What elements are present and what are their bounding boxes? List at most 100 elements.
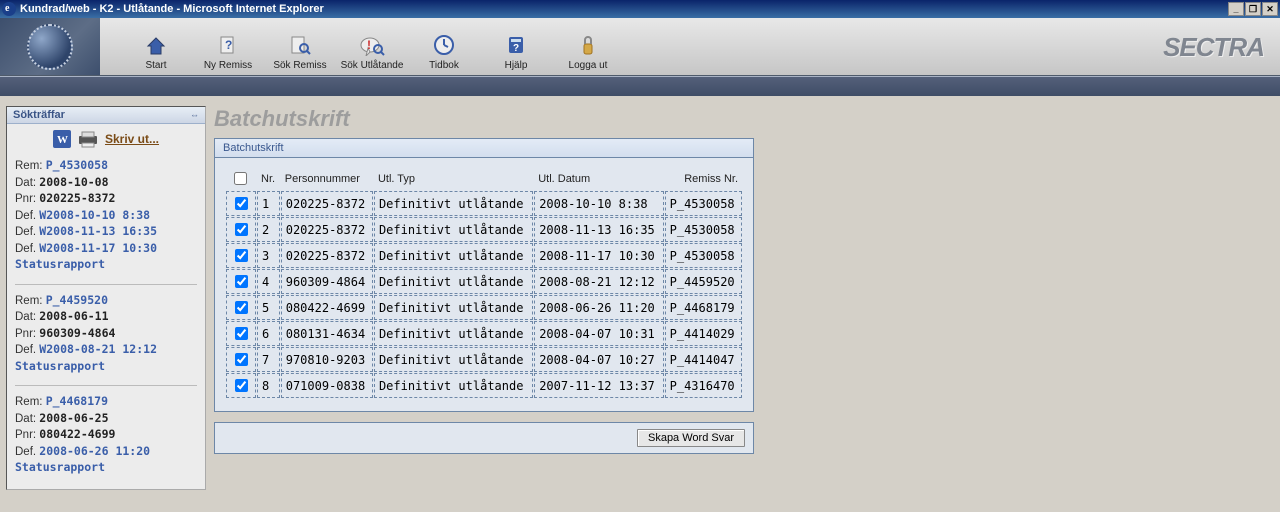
sidebar-toggle-icon[interactable]: ⇔ bbox=[190, 110, 199, 120]
cell-remiss: P_4414047 bbox=[665, 347, 742, 372]
start-button[interactable]: Start bbox=[120, 32, 192, 71]
help-icon: ? bbox=[480, 32, 552, 58]
table-row: 8071009-0838Definitivt utlåtande2007-11-… bbox=[226, 373, 742, 398]
app-toolbar: Start? Ny RemissSök Remiss! Sök UtlåtandeT… bbox=[0, 18, 1280, 76]
cell-datum: 2008-11-17 10:30 bbox=[534, 243, 663, 268]
col-datum: Utl. Datum bbox=[534, 167, 663, 190]
table-row: 1020225-8372Definitivt utlåtande2008-10-… bbox=[226, 191, 742, 216]
def-link[interactable]: W2008-11-17 10:30 bbox=[39, 241, 157, 255]
restore-button[interactable]: ❐ bbox=[1245, 2, 1261, 16]
cell-nr: 6 bbox=[257, 321, 280, 346]
row-checkbox[interactable] bbox=[235, 301, 248, 314]
schedule-button[interactable]: Tidbok bbox=[408, 32, 480, 71]
cell-datum: 2007-11-12 13:37 bbox=[534, 373, 663, 398]
cell-nr: 3 bbox=[257, 243, 280, 268]
svg-text:?: ? bbox=[225, 38, 232, 52]
def-link[interactable]: 2008-06-26 11:20 bbox=[39, 444, 150, 458]
table-row: 4960309-4864Definitivt utlåtande2008-08-… bbox=[226, 269, 742, 294]
cell-remiss: P_4468179 bbox=[665, 295, 742, 320]
def-link[interactable]: W2008-10-10 8:38 bbox=[39, 208, 150, 222]
print-button[interactable]: W Skriv ut... bbox=[15, 130, 197, 148]
row-checkbox[interactable] bbox=[235, 249, 248, 262]
row-checkbox[interactable] bbox=[235, 327, 248, 340]
status-report-link[interactable]: Statusrapport bbox=[15, 359, 105, 373]
cell-remiss: P_4316470 bbox=[665, 373, 742, 398]
cell-pnr: 080422-4699 bbox=[281, 295, 373, 320]
sidebar-referral-block: Rem: P_4468179Dat: 2008-06-25Pnr: 080422… bbox=[15, 385, 197, 477]
cell-typ: Definitivt utlåtande bbox=[374, 243, 533, 268]
row-checkbox[interactable] bbox=[235, 275, 248, 288]
def-link[interactable]: W2008-11-13 16:35 bbox=[39, 224, 157, 238]
cell-typ: Definitivt utlåtande bbox=[374, 321, 533, 346]
create-word-button[interactable]: Skapa Word Svar bbox=[637, 429, 745, 447]
def-link[interactable]: W2008-08-21 12:12 bbox=[39, 342, 157, 356]
row-checkbox[interactable] bbox=[235, 353, 248, 366]
help-button[interactable]: ? Hjälp bbox=[480, 32, 552, 71]
status-report-link[interactable]: Statusrapport bbox=[15, 257, 105, 271]
window-titlebar: Kundrad/web - K2 - Utlåtande - Microsoft… bbox=[0, 0, 1280, 18]
printer-icon bbox=[77, 130, 99, 148]
col-remiss: Remiss Nr. bbox=[665, 167, 742, 190]
window-title: Kundrad/web - K2 - Utlåtande - Microsoft… bbox=[20, 3, 1228, 15]
sidebar-header: Sökträffar ⇔ bbox=[7, 107, 205, 124]
cell-nr: 2 bbox=[257, 217, 280, 242]
new-referral-button[interactable]: ? Ny Remiss bbox=[192, 32, 264, 71]
cell-typ: Definitivt utlåtande bbox=[374, 217, 533, 242]
search-report-button[interactable]: ! Sök Utlåtande bbox=[336, 32, 408, 71]
table-row: 2020225-8372Definitivt utlåtande2008-11-… bbox=[226, 217, 742, 242]
pnr-value: 080422-4699 bbox=[39, 427, 115, 441]
cell-pnr: 080131-4634 bbox=[281, 321, 373, 346]
brand-logo: SECTRA bbox=[1163, 34, 1280, 60]
row-checkbox[interactable] bbox=[235, 223, 248, 236]
cell-datum: 2008-04-07 10:27 bbox=[534, 347, 663, 372]
svg-text:!: ! bbox=[367, 38, 371, 52]
print-label: Skriv ut... bbox=[105, 132, 159, 146]
close-button[interactable]: ✕ bbox=[1262, 2, 1278, 16]
row-checkbox[interactable] bbox=[235, 197, 248, 210]
cell-typ: Definitivt utlåtande bbox=[374, 373, 533, 398]
status-report-link[interactable]: Statusrapport bbox=[15, 460, 105, 474]
toolbar-label: Tidbok bbox=[408, 60, 480, 71]
toolbar-label: Logga ut bbox=[552, 60, 624, 71]
cell-pnr: 071009-0838 bbox=[281, 373, 373, 398]
batch-table: Nr. Personnummer Utl. Typ Utl. Datum Rem… bbox=[225, 166, 743, 399]
globe-logo-icon bbox=[27, 24, 73, 70]
sidebar: Sökträffar ⇔ W Skriv ut... Rem: P_453005… bbox=[6, 106, 206, 490]
cell-nr: 8 bbox=[257, 373, 280, 398]
cell-pnr: 970810-9203 bbox=[281, 347, 373, 372]
minimize-button[interactable]: _ bbox=[1228, 2, 1244, 16]
toolbar-label: Sök Utlåtande bbox=[336, 60, 408, 71]
panel-header: Batchutskrift bbox=[215, 139, 753, 158]
sidebar-referral-block: Rem: P_4459520Dat: 2008-06-11Pnr: 960309… bbox=[15, 284, 197, 376]
cell-datum: 2008-04-07 10:31 bbox=[534, 321, 663, 346]
table-row: 5080422-4699Definitivt utlåtande2008-06-… bbox=[226, 295, 742, 320]
cell-datum: 2008-10-10 8:38 bbox=[534, 191, 663, 216]
row-checkbox[interactable] bbox=[235, 379, 248, 392]
remiss-link[interactable]: P_4530058 bbox=[46, 158, 108, 172]
cell-datum: 2008-06-26 11:20 bbox=[534, 295, 663, 320]
search-referral-icon bbox=[264, 32, 336, 58]
logout-button[interactable]: Logga ut bbox=[552, 32, 624, 71]
schedule-icon bbox=[408, 32, 480, 58]
svg-text:W: W bbox=[57, 134, 68, 146]
cell-nr: 1 bbox=[257, 191, 280, 216]
select-all-checkbox[interactable] bbox=[234, 172, 247, 185]
toolbar-label: Ny Remiss bbox=[192, 60, 264, 71]
table-row: 6080131-4634Definitivt utlåtande2008-04-… bbox=[226, 321, 742, 346]
remiss-link[interactable]: P_4468179 bbox=[46, 394, 108, 408]
col-nr: Nr. bbox=[257, 167, 280, 190]
toolbar-label: Hjälp bbox=[480, 60, 552, 71]
col-typ: Utl. Typ bbox=[374, 167, 533, 190]
col-pnr: Personnummer bbox=[281, 167, 373, 190]
search-referral-button[interactable]: Sök Remiss bbox=[264, 32, 336, 71]
pnr-value: 020225-8372 bbox=[39, 191, 115, 205]
table-row: 7970810-9203Definitivt utlåtande2008-04-… bbox=[226, 347, 742, 372]
cell-remiss: P_4530058 bbox=[665, 217, 742, 242]
cell-remiss: P_4530058 bbox=[665, 191, 742, 216]
cell-pnr: 020225-8372 bbox=[281, 191, 373, 216]
cell-pnr: 020225-8372 bbox=[281, 217, 373, 242]
svg-text:?: ? bbox=[513, 43, 519, 54]
date-value: 2008-10-08 bbox=[39, 175, 108, 189]
window-controls: _ ❐ ✕ bbox=[1228, 2, 1278, 16]
remiss-link[interactable]: P_4459520 bbox=[46, 293, 108, 307]
